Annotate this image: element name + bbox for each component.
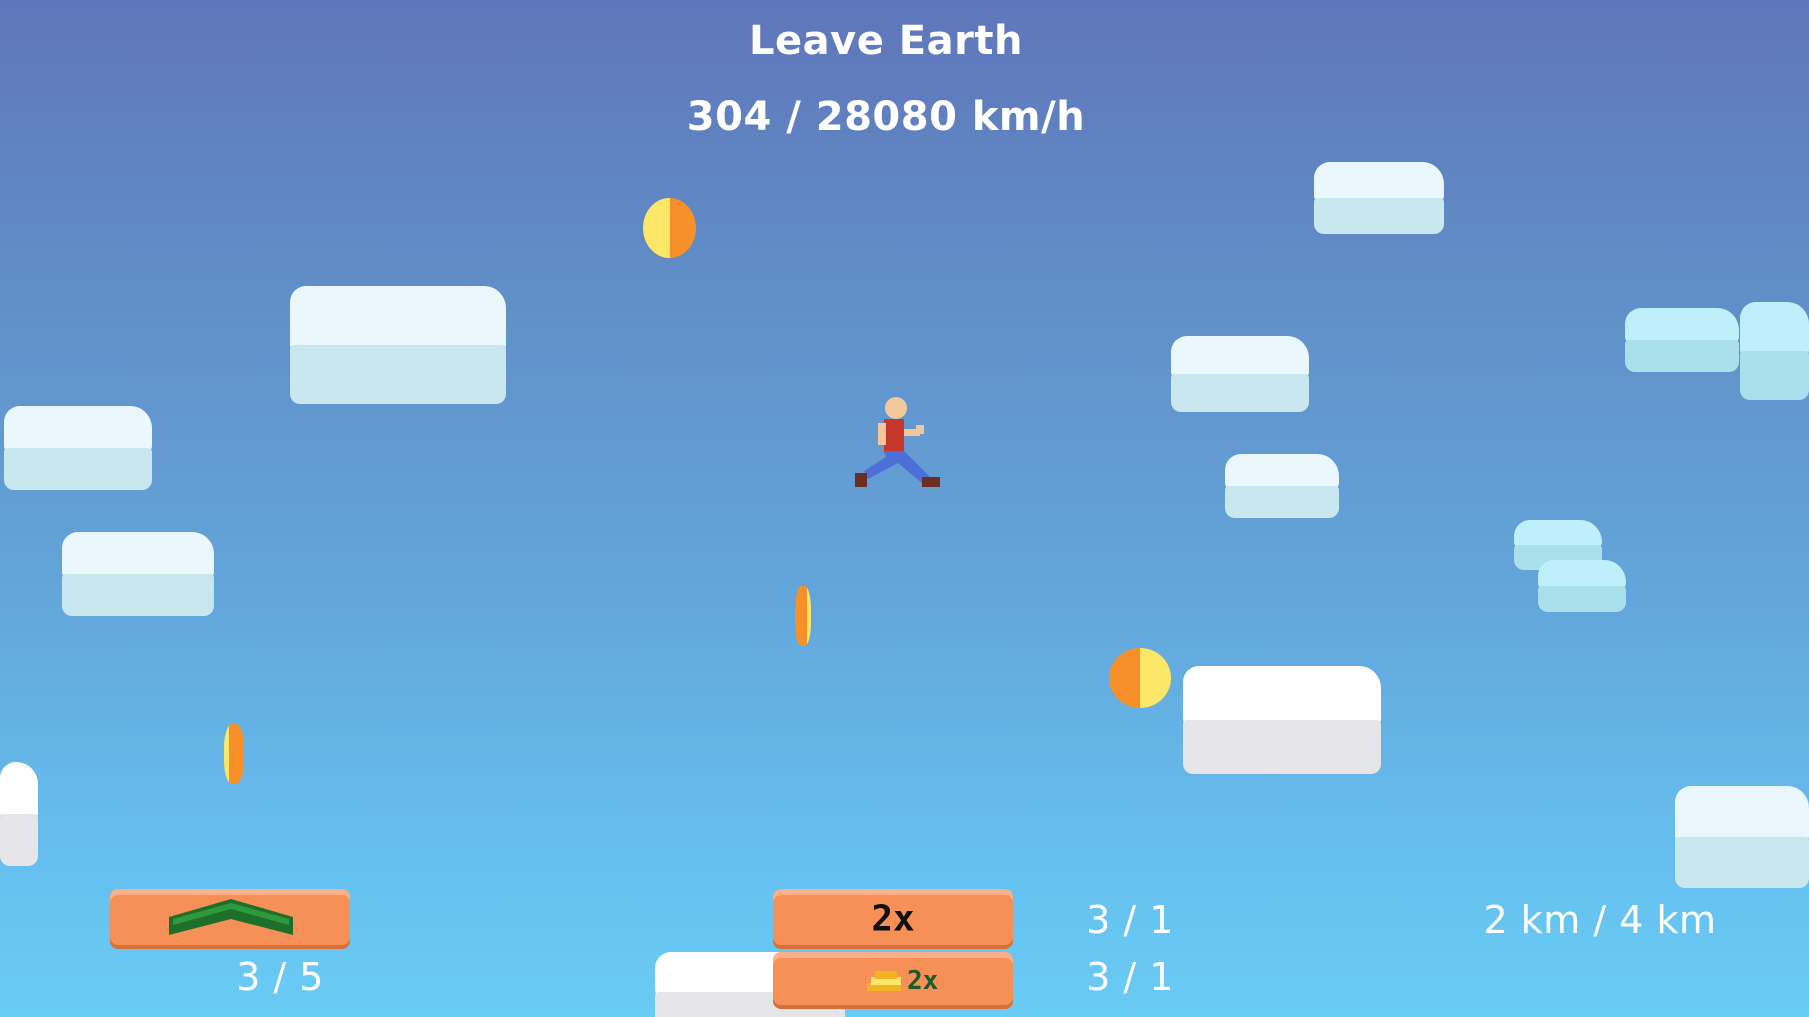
green-chevron-icon	[169, 899, 293, 935]
multiplier-label: 2x	[871, 898, 915, 940]
coin-multiplier-button[interactable]: 2x	[773, 952, 1013, 1009]
cloud	[1171, 336, 1309, 412]
cloud	[1183, 666, 1381, 774]
game-scene: Leave Earth 304 / 28080 km/h 3 / 5 2x 3 …	[0, 0, 1809, 1017]
cloud	[290, 286, 506, 404]
coin-multiplier-count: 3 / 1	[1086, 955, 1174, 999]
distance-readout: 2 km / 4 km	[1483, 898, 1717, 942]
speed-readout: 304 / 28080 km/h	[686, 94, 1086, 140]
cloud	[1740, 302, 1809, 400]
cloud	[1675, 786, 1809, 888]
multiplier-count: 3 / 1	[1086, 898, 1174, 942]
cloud	[0, 762, 38, 866]
cloud	[4, 406, 152, 490]
coin	[224, 724, 244, 784]
player-character	[855, 397, 940, 487]
boost-button[interactable]	[110, 889, 350, 949]
coin-stack-icon	[867, 971, 901, 991]
cloud	[62, 532, 214, 616]
cloud	[1538, 560, 1626, 612]
cloud	[1225, 454, 1339, 518]
boost-count: 3 / 5	[236, 955, 324, 999]
coin-multiplier-label: 2x	[907, 965, 939, 996]
cloud	[1625, 308, 1739, 372]
cloud	[1314, 162, 1444, 234]
coin	[795, 586, 811, 646]
multiplier-button[interactable]: 2x	[773, 889, 1013, 949]
coin	[643, 198, 696, 258]
coin	[1109, 648, 1171, 708]
level-title: Leave Earth	[749, 18, 1023, 64]
